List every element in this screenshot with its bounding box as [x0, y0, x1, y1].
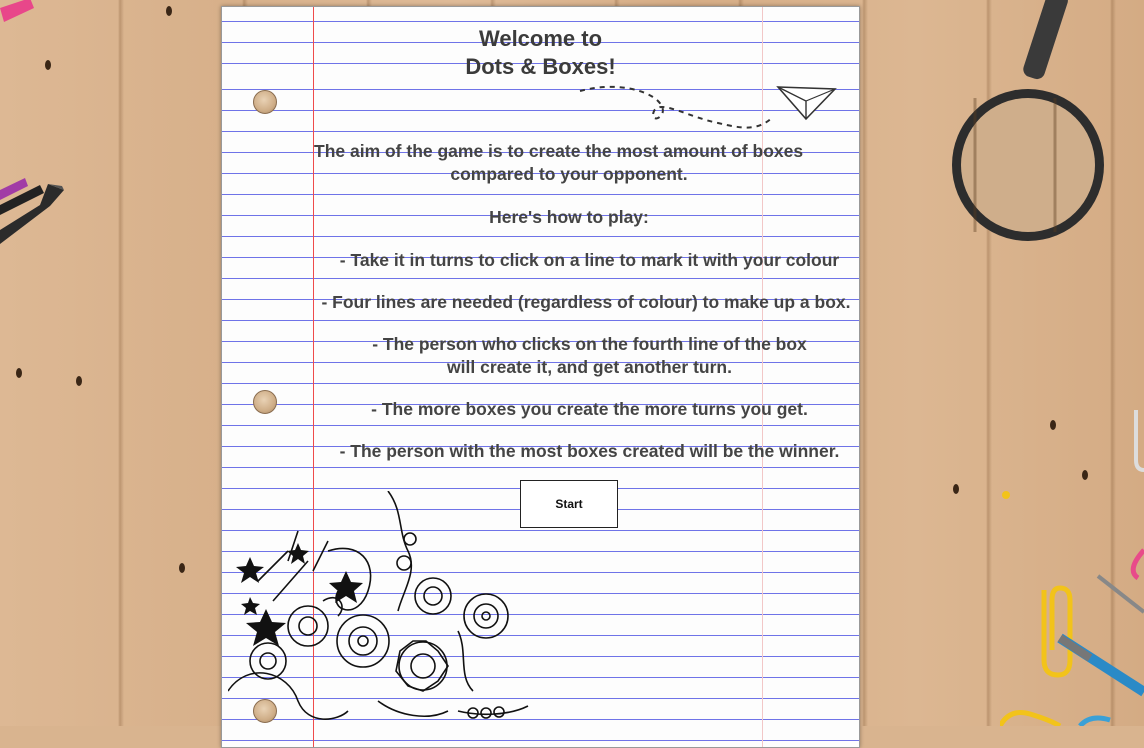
magnifying-glass-icon — [952, 0, 1104, 241]
notebook-paper: Welcome to Dots & Boxes! The aim of the … — [221, 6, 860, 748]
marker-icon — [0, 0, 64, 244]
rule-1: - Take it in turns to click on a line to… — [339, 250, 840, 270]
aim-text-line-1: The aim of the game is to create the mos… — [314, 141, 804, 161]
rule-3-line-2: will create it, and get another turn. — [447, 357, 732, 377]
wood-knot — [179, 563, 185, 573]
punch-hole — [253, 90, 277, 114]
aim-text-line-2: compared to your opponent. — [450, 164, 688, 184]
rule-5: - The person with the most boxes created… — [339, 441, 840, 461]
flower-doodle-icon — [228, 491, 529, 720]
title-line-1: Welcome to — [478, 26, 603, 51]
game-title: Welcome to Dots & Boxes! — [222, 25, 859, 81]
rule-2: - Four lines are needed (regardless of c… — [321, 292, 851, 312]
rule-3-line-1: - The person who clicks on the fourth li… — [372, 334, 807, 354]
paperclip-icon — [1000, 410, 1144, 726]
punch-hole — [253, 390, 277, 414]
how-to-heading: Here's how to play: — [489, 207, 649, 227]
wood-knot — [953, 484, 959, 494]
title-line-2: Dots & Boxes! — [465, 54, 616, 79]
rule-4: - The more boxes you create the more tur… — [371, 399, 808, 419]
wood-knot — [76, 376, 82, 386]
wood-knot — [166, 6, 172, 16]
wood-knot — [16, 368, 22, 378]
paper-plane-icon — [579, 85, 837, 129]
